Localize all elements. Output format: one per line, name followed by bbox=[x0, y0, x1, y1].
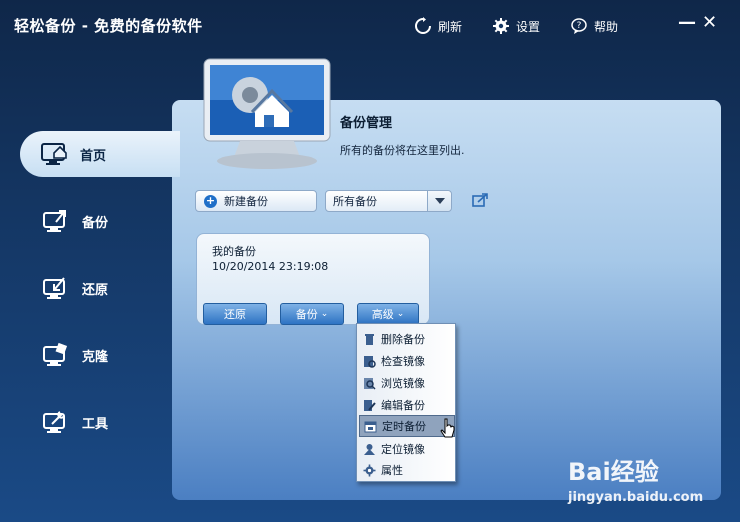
sidebar-item-restore[interactable]: 还原 bbox=[22, 264, 182, 312]
menu-item-properties[interactable]: 属性 bbox=[359, 459, 455, 481]
menu-item-label: 编辑备份 bbox=[381, 399, 425, 412]
locate-image-icon bbox=[364, 443, 375, 455]
sidebar-item-label: 备份 bbox=[82, 215, 109, 231]
refresh-icon bbox=[415, 17, 431, 34]
menu-item-label: 属性 bbox=[381, 464, 403, 477]
backup-label: 备份 bbox=[295, 308, 318, 321]
svg-text:?: ? bbox=[577, 21, 582, 31]
restore-button[interactable]: 还原 bbox=[203, 303, 267, 325]
sidebar-item-home[interactable]: 首页 bbox=[20, 131, 180, 177]
edit-backup-icon bbox=[364, 399, 376, 411]
gear-icon bbox=[493, 18, 509, 34]
app-window: 轻松备份 - 免费的备份软件 刷新 设置 ? 帮助 — ✕ 备份管理 所有的备份… bbox=[0, 0, 740, 522]
sidebar-item-label: 首页 bbox=[80, 148, 107, 164]
tools-monitor-icon bbox=[43, 411, 65, 433]
backup-monitor-icon bbox=[43, 210, 66, 232]
close-button[interactable]: ✕ bbox=[702, 12, 717, 33]
restore-monitor-icon bbox=[43, 277, 65, 299]
sidebar-item-tools[interactable]: 工具 bbox=[22, 398, 182, 446]
page-description: 所有的备份将在这里列出. bbox=[340, 144, 465, 157]
sidebar-item-label: 克隆 bbox=[82, 349, 109, 365]
mouse-cursor-icon bbox=[440, 418, 455, 438]
dropdown-arrow-icon[interactable] bbox=[427, 191, 451, 211]
backup-name: 我的备份 bbox=[212, 245, 256, 258]
menu-item-label: 检查镜像 bbox=[381, 355, 425, 368]
refresh-label: 刷新 bbox=[438, 19, 463, 34]
menu-item-label: 删除备份 bbox=[381, 333, 425, 346]
backup-button[interactable]: 备份 ⌄ bbox=[280, 303, 344, 325]
menu-item-label: 定时备份 bbox=[382, 420, 426, 433]
sidebar-item-label: 还原 bbox=[82, 282, 109, 298]
backup-filter-select[interactable]: 所有备份 bbox=[325, 190, 452, 212]
menu-item-edit-backup[interactable]: 编辑备份 bbox=[359, 394, 455, 416]
sidebar-item-clone[interactable]: 克隆 bbox=[22, 331, 182, 379]
chevron-down-icon: ⌄ bbox=[396, 309, 405, 319]
export-edit-icon[interactable] bbox=[472, 193, 488, 207]
properties-icon bbox=[363, 464, 376, 476]
help-button[interactable]: ? 帮助 bbox=[570, 16, 618, 36]
settings-label: 设置 bbox=[516, 19, 541, 34]
baidu-watermark-url: jingyan.baidu.com bbox=[568, 490, 704, 505]
baidu-watermark-logo: Bai经验 bbox=[568, 458, 659, 486]
advanced-context-menu: 删除备份 检查镜像 浏览镜像 编辑备份 定时备份 定位镜像 属性 bbox=[356, 323, 456, 482]
advanced-label: 高级 bbox=[371, 308, 394, 321]
sidebar-item-label: 工具 bbox=[82, 416, 109, 432]
check-image-icon bbox=[364, 355, 376, 368]
backup-timestamp: 10/20/2014 23:19:08 bbox=[212, 260, 329, 273]
monitor-illustration-icon bbox=[203, 58, 331, 169]
menu-item-check-image[interactable]: 检查镜像 bbox=[359, 350, 455, 372]
page-title: 备份管理 bbox=[340, 116, 393, 131]
advanced-button[interactable]: 高级 ⌄ bbox=[357, 303, 419, 325]
home-monitor-icon bbox=[41, 143, 67, 165]
help-bubble-icon: ? bbox=[571, 18, 587, 34]
app-title: 轻松备份 - 免费的备份软件 bbox=[14, 17, 203, 35]
trash-icon bbox=[365, 333, 374, 345]
restore-label: 还原 bbox=[224, 308, 246, 321]
new-backup-button[interactable]: + 新建备份 bbox=[195, 190, 317, 212]
backup-filter-value: 所有备份 bbox=[333, 195, 377, 208]
help-label: 帮助 bbox=[594, 19, 619, 34]
sidebar-item-backup[interactable]: 备份 bbox=[22, 197, 182, 245]
chevron-down-icon: ⌄ bbox=[320, 309, 329, 319]
new-backup-label: 新建备份 bbox=[224, 195, 268, 208]
menu-item-delete-backup[interactable]: 删除备份 bbox=[359, 328, 455, 350]
browse-image-icon bbox=[364, 377, 376, 390]
plus-icon: + bbox=[204, 193, 217, 208]
menu-item-browse-image[interactable]: 浏览镜像 bbox=[359, 372, 455, 394]
schedule-icon bbox=[364, 421, 377, 432]
menu-item-label: 定位镜像 bbox=[381, 443, 425, 456]
clone-monitor-icon bbox=[43, 342, 68, 366]
title-bar: 轻松备份 - 免费的备份软件 刷新 设置 ? 帮助 — ✕ bbox=[0, 0, 740, 50]
menu-item-label: 浏览镜像 bbox=[381, 377, 425, 390]
minimize-button[interactable]: — bbox=[678, 12, 696, 33]
settings-button[interactable]: 设置 bbox=[492, 16, 540, 36]
refresh-button[interactable]: 刷新 bbox=[414, 16, 462, 36]
